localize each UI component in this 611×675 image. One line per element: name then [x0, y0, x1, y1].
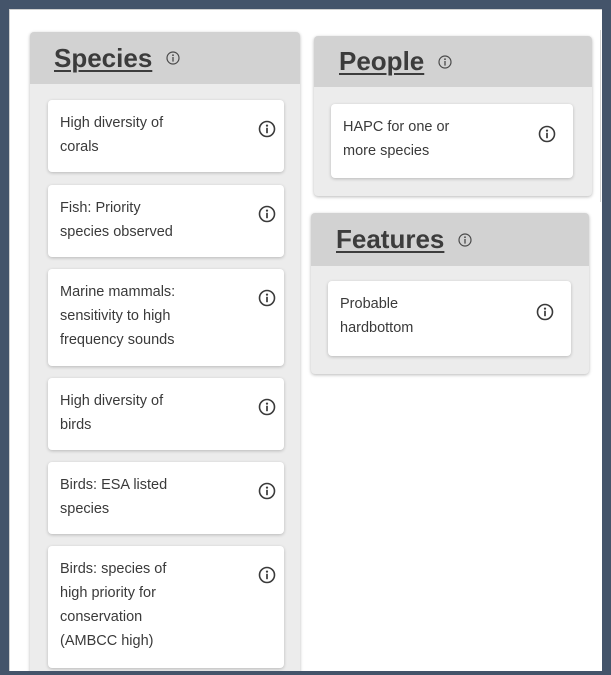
- people-card-hapc[interactable]: HAPC for one or more species: [331, 104, 573, 178]
- right-divider: [600, 30, 601, 202]
- card-label-line: species observed: [60, 224, 173, 240]
- card-label: Fish: Priority species observed: [60, 196, 173, 244]
- app-frame: Species High diversity of corals Fish: P…: [0, 0, 611, 675]
- people-panel-title[interactable]: People: [339, 46, 424, 77]
- card-label-line: high priority for: [60, 585, 156, 601]
- card-label-line: species: [60, 501, 110, 517]
- people-panel: People HAPC for one or more species: [314, 36, 592, 196]
- species-card-high-diversity-birds[interactable]: High diversity of birds: [48, 378, 284, 450]
- info-icon[interactable]: [258, 482, 276, 500]
- people-panel-header: People: [314, 36, 592, 87]
- card-label-line: Fish: Priority: [60, 200, 141, 216]
- info-icon[interactable]: [258, 566, 276, 584]
- card-label-line: Birds: species of: [60, 561, 167, 577]
- features-card-probable-hardbottom[interactable]: Probable hardbottom: [328, 281, 571, 356]
- card-label: Birds: ESA listed species: [60, 473, 167, 521]
- card-label-line: High diversity of: [60, 393, 164, 409]
- card-label-line: sensitivity to high: [60, 308, 171, 324]
- features-panel-title[interactable]: Features: [336, 224, 444, 255]
- card-label-line: HAPC for one or: [343, 119, 450, 135]
- info-icon[interactable]: [258, 120, 276, 138]
- species-panel: Species High diversity of corals Fish: P…: [30, 32, 300, 671]
- frame-inner: Species High diversity of corals Fish: P…: [9, 9, 602, 671]
- card-label-line: High diversity of: [60, 115, 164, 131]
- card-label-line: hardbottom: [340, 320, 414, 336]
- card-label: Marine mammals: sensitivity to high freq…: [60, 280, 175, 352]
- people-info-icon[interactable]: [438, 54, 452, 69]
- info-icon[interactable]: [536, 303, 554, 321]
- card-label-line: corals: [60, 139, 99, 155]
- info-icon[interactable]: [258, 289, 276, 307]
- card-label-line: frequency sounds: [60, 332, 175, 348]
- card-label-line: (AMBCC high): [60, 633, 154, 649]
- card-label: Birds: species of high priority for cons…: [60, 557, 166, 653]
- species-panel-title[interactable]: Species: [54, 43, 152, 74]
- species-card-high-diversity-corals[interactable]: High diversity of corals: [48, 100, 284, 172]
- species-card-fish-priority[interactable]: Fish: Priority species observed: [48, 185, 284, 257]
- card-label: Probable hardbottom: [340, 292, 413, 340]
- card-label-line: Birds: ESA listed: [60, 477, 168, 493]
- info-icon[interactable]: [258, 398, 276, 416]
- info-icon[interactable]: [538, 125, 556, 143]
- species-panel-header: Species: [30, 32, 300, 84]
- species-info-icon[interactable]: [166, 51, 180, 65]
- card-label-line: conservation: [60, 609, 143, 625]
- features-panel-header: Features: [311, 213, 589, 266]
- info-icon[interactable]: [258, 205, 276, 223]
- species-card-marine-mammals[interactable]: Marine mammals: sensitivity to high freq…: [48, 269, 284, 366]
- card-label-line: Marine mammals:: [60, 284, 176, 300]
- card-label: High diversity of birds: [60, 389, 163, 437]
- species-card-birds-esa-listed[interactable]: Birds: ESA listed species: [48, 462, 284, 534]
- card-label: HAPC for one or more species: [343, 115, 449, 163]
- features-info-icon[interactable]: [458, 232, 472, 247]
- card-label-line: Probable: [340, 296, 399, 312]
- card-label: High diversity of corals: [60, 111, 163, 159]
- features-panel: Features Probable hardbottom: [311, 213, 589, 374]
- species-card-birds-high-priority[interactable]: Birds: species of high priority for cons…: [48, 546, 284, 668]
- card-label-line: more species: [343, 143, 430, 159]
- card-label-line: birds: [60, 417, 92, 433]
